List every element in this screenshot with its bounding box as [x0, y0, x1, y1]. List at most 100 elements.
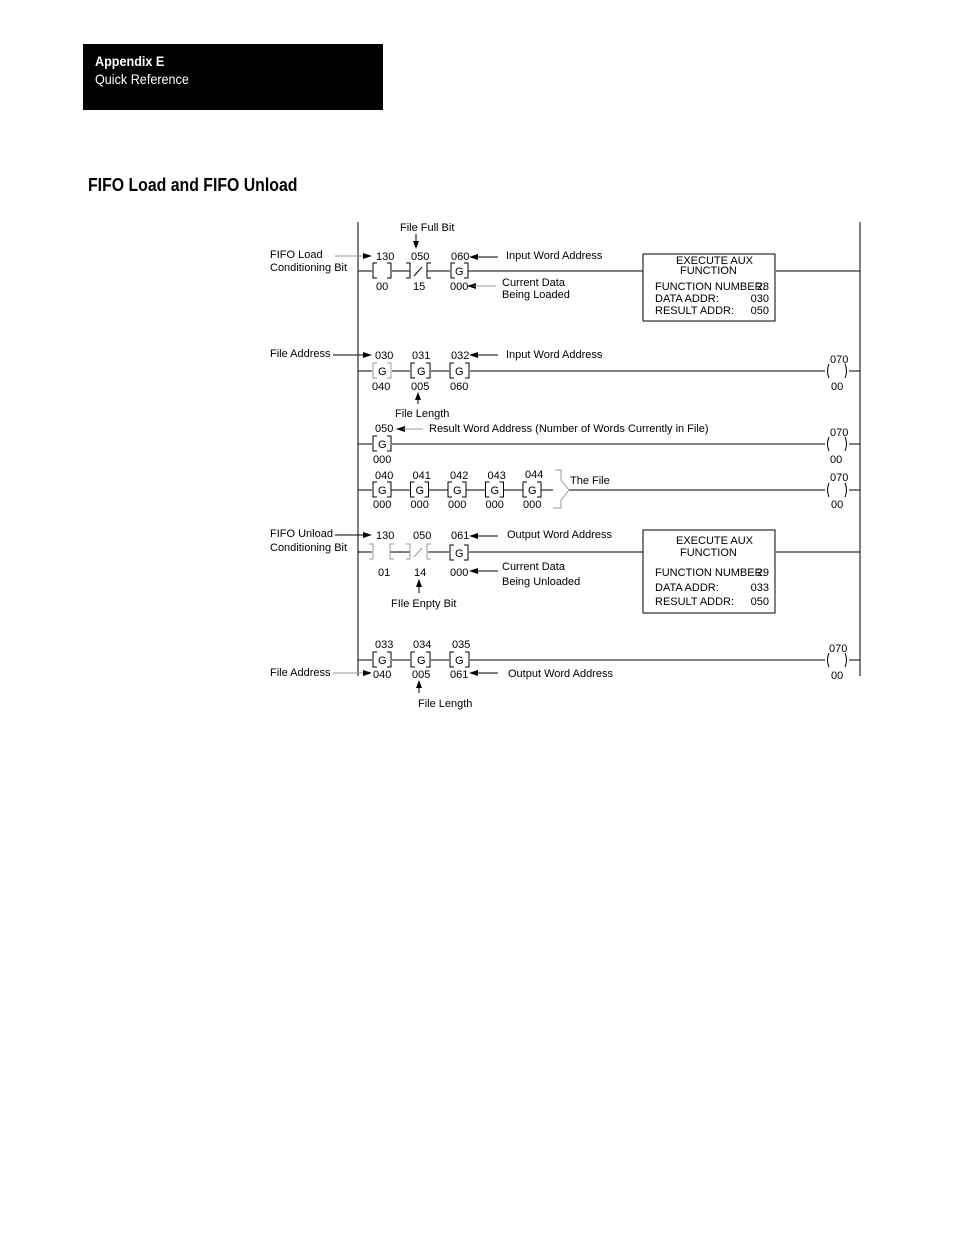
get-instruction: 040 G 000: [372, 470, 393, 511]
contact-address: 130: [376, 251, 394, 263]
contact-xic-open: 130 01: [369, 530, 394, 579]
aux-row-value: 030: [751, 293, 769, 305]
get-instruction: 034 G 005: [410, 639, 431, 681]
get-value: 040: [372, 381, 390, 393]
get-value: 060: [450, 381, 468, 393]
get-address: 031: [412, 350, 430, 362]
file-length-label: File Length: [395, 408, 449, 420]
get-address: 050: [375, 423, 393, 435]
aux-row-label: RESULT ADDR:: [655, 596, 734, 608]
file-length-label: File Length: [418, 698, 472, 710]
contact-xic: 130 00: [372, 251, 394, 293]
get-address: 044: [525, 469, 543, 481]
get-glyph: G: [453, 485, 462, 497]
input-word-address-label: Input Word Address: [506, 250, 603, 262]
arrow-right-icon: [363, 352, 372, 358]
file-address-label: File Address: [270, 348, 331, 360]
arrow-up-icon: [416, 680, 422, 688]
get-address: 043: [488, 470, 506, 482]
get-instruction: 043 G 000: [466, 470, 506, 511]
get-value: 005: [412, 669, 430, 681]
side-label-line1: FIFO Unload: [270, 528, 333, 540]
contact-bit: 00: [376, 281, 388, 293]
rung-result-word: 050 Result Word Address (Number of Words…: [358, 423, 860, 466]
contact-address: 050: [411, 251, 429, 263]
output-coil: 070 00: [827, 472, 848, 511]
get-glyph: G: [455, 548, 464, 560]
contact-bit: 01: [378, 567, 390, 579]
aux-row-value: 28: [757, 281, 769, 293]
side-label-line2: Conditioning Bit: [270, 262, 347, 274]
file-full-bit-label: File Full Bit: [400, 222, 454, 234]
side-label-line2: Conditioning Bit: [270, 542, 347, 554]
get-value: 000: [448, 499, 466, 511]
contact-bit: 14: [414, 567, 426, 579]
get-value: 000: [523, 499, 541, 511]
arrow-head-icon: [363, 253, 372, 259]
get-instruction: 060 G 000: [450, 251, 469, 293]
get-address: 034: [413, 639, 431, 651]
get-glyph: G: [491, 485, 500, 497]
get-address: 030: [375, 350, 393, 362]
get-instruction: 044 G 000: [503, 469, 543, 511]
being-loaded-label: Being Loaded: [502, 289, 570, 301]
aux-row-value: 29: [757, 567, 769, 579]
coil-bit: 00: [831, 381, 843, 393]
result-word-address-label: Result Word Address (Number of Words Cur…: [429, 423, 709, 435]
aux-title-line2: FUNCTION: [680, 547, 737, 559]
arrow-right-icon: [363, 670, 372, 676]
the-file-label: The File: [570, 475, 610, 487]
get-glyph: G: [378, 485, 387, 497]
get-instruction: 041 G 000: [391, 470, 431, 511]
file-address-label: File Address: [270, 667, 331, 679]
get-address: 035: [452, 639, 470, 651]
aux-row-label: FUNCTION NUMBER:: [655, 567, 766, 579]
output-coil: 070 00: [827, 643, 847, 682]
get-glyph: G: [378, 439, 387, 451]
aux-row-label: DATA ADDR:: [655, 293, 719, 305]
being-unloaded-label: Being Unloaded: [502, 576, 580, 588]
get-instruction: 061 G 000: [449, 530, 469, 579]
file-empty-bit-label: FIle Enpty Bit: [391, 598, 456, 610]
get-instruction: G 000: [372, 435, 392, 466]
get-address: 042: [450, 470, 468, 482]
file-brace: [553, 469, 570, 509]
get-glyph: G: [455, 366, 464, 378]
output-word-address-label: Output Word Address: [507, 529, 612, 541]
current-data-label: Current Data: [502, 561, 566, 573]
get-value: 000: [486, 499, 504, 511]
rung-the-file: The File 070 00 040G000041G000042G000043…: [358, 469, 860, 511]
ladder-diagram: FIFO Load Conditioning Bit File Full Bit…: [270, 222, 861, 710]
output-coil: 070 00: [827, 354, 848, 393]
get-instruction: 032 G 060: [449, 350, 470, 393]
get-value: 000: [450, 567, 468, 579]
get-value: 061: [450, 669, 468, 681]
get-value: 000: [373, 454, 391, 466]
get-instruction: 031 G 005: [410, 350, 431, 393]
get-value: 005: [411, 381, 429, 393]
arrow-up-icon: [415, 392, 421, 400]
aux-title-line1: EXECUTE AUX: [676, 535, 754, 547]
get-value: 040: [373, 669, 391, 681]
aux-row-value: 050: [751, 596, 769, 608]
input-word-address-label: Input Word Address: [506, 349, 603, 361]
get-address: 061: [451, 530, 469, 542]
coil-bit: 00: [831, 499, 843, 511]
get-glyph: G: [455, 655, 464, 667]
get-instruction: 042 G 000: [428, 470, 468, 511]
arrow-up-icon: [416, 579, 422, 587]
aux-row-label: DATA ADDR:: [655, 582, 719, 594]
contact-xio: 050 14: [406, 530, 431, 579]
coil-bit: 00: [830, 454, 842, 466]
get-address: 060: [451, 251, 469, 263]
get-address: 033: [375, 639, 393, 651]
output-coil: 070 00: [827, 427, 848, 466]
get-value: 000: [411, 499, 429, 511]
get-glyph: G: [528, 485, 537, 497]
arrow-right-icon: [363, 532, 372, 538]
get-instruction: 030 G 040: [372, 350, 393, 393]
aux-row-label: RESULT ADDR:: [655, 305, 734, 317]
contact-xio: 050 15: [406, 251, 431, 293]
get-glyph: G: [378, 366, 387, 378]
get-instruction: 033 G 040: [372, 639, 393, 681]
